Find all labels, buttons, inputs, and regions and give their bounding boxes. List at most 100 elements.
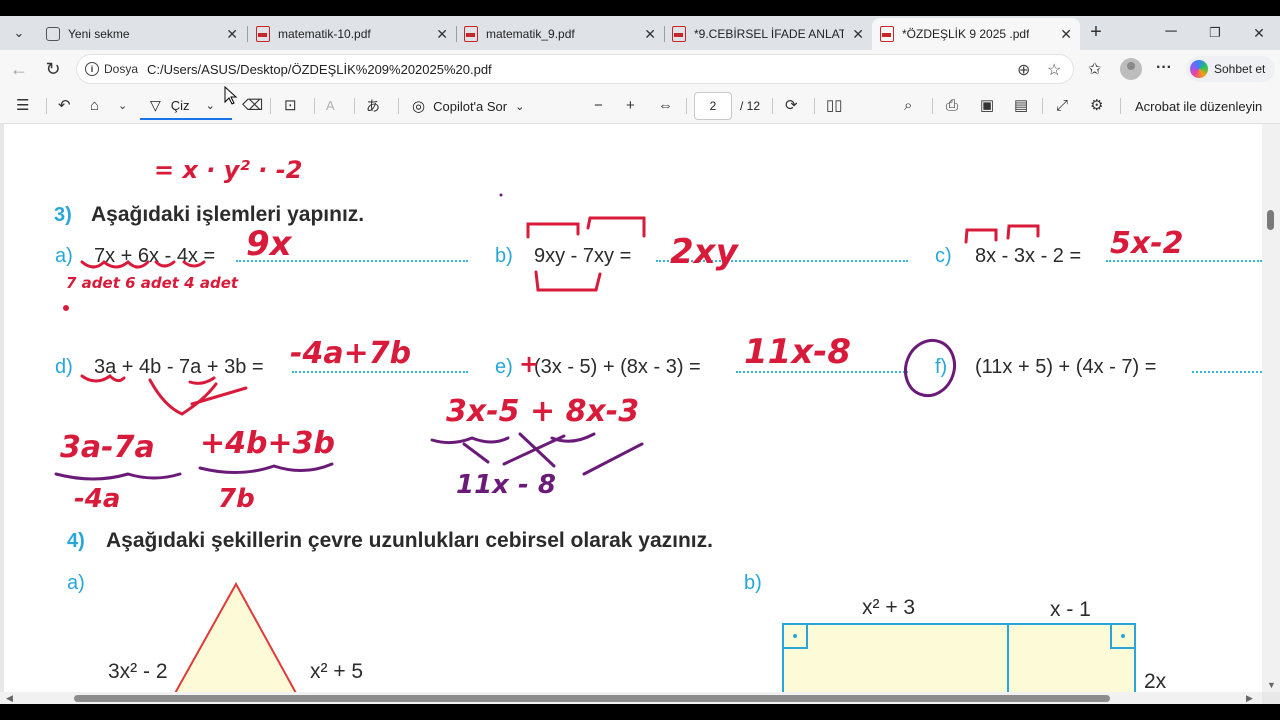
tab-label: matematik_9.pdf bbox=[486, 27, 575, 41]
toolbar-divider bbox=[772, 98, 773, 114]
underline-stroke bbox=[198, 462, 334, 475]
url-text[interactable]: C:/Users/ASUS/Desktop/ÖZDEŞLİK%209%20202… bbox=[147, 62, 492, 77]
copilot-chat-button[interactable]: Sohbet et bbox=[1186, 56, 1276, 82]
new-tab-icon bbox=[46, 27, 60, 41]
handwritten-plus-sign: + bbox=[519, 350, 540, 378]
contents-list-icon[interactable]: ☰ bbox=[16, 97, 29, 115]
circle-around-f bbox=[903, 338, 957, 398]
chevron-down-icon: ⌄ bbox=[515, 100, 525, 113]
favorites-icon[interactable]: ✩ bbox=[1088, 59, 1101, 79]
toolbar-divider bbox=[314, 98, 315, 114]
fullscreen-icon[interactable]: ⤢ bbox=[1056, 97, 1068, 115]
tab-matematik-9[interactable]: matematik_9.pdf ✕ bbox=[456, 18, 664, 50]
draw-pen-icon: ▽ bbox=[150, 96, 161, 113]
close-icon[interactable]: ✕ bbox=[436, 26, 448, 42]
profile-avatar[interactable] bbox=[1120, 58, 1142, 80]
tab-actions-chevron-icon[interactable]: ⌄ bbox=[8, 22, 30, 44]
new-tab-plus-icon[interactable]: + bbox=[1085, 21, 1107, 43]
close-icon[interactable]: ✕ bbox=[852, 26, 864, 42]
slash-stroke bbox=[518, 432, 556, 468]
acrobat-edit-button[interactable]: Acrobat ile düzenleyin bbox=[1135, 99, 1262, 114]
scroll-down-arrow-icon[interactable]: ▼ bbox=[1267, 680, 1276, 690]
close-icon[interactable]: ✕ bbox=[644, 26, 656, 42]
site-info-button[interactable]: i Dosya bbox=[85, 62, 138, 76]
tab-new-tab[interactable]: Yeni sekme ✕ bbox=[38, 18, 246, 50]
underline-stroke bbox=[80, 259, 150, 269]
tab-label: Yeni sekme bbox=[68, 27, 130, 41]
close-icon[interactable]: ✕ bbox=[1060, 26, 1072, 42]
ink-dot bbox=[63, 305, 69, 311]
minimize-icon[interactable]: ─ bbox=[1160, 21, 1182, 43]
page-view-icon[interactable]: ▯▯ bbox=[826, 97, 843, 115]
bracket-stroke bbox=[1006, 224, 1040, 240]
bracket-stroke bbox=[586, 216, 646, 238]
highlight-icon[interactable]: ⌂ bbox=[90, 97, 99, 115]
copilot-ask-button[interactable]: ◎ Copilot'a Sor ⌄ bbox=[412, 97, 524, 115]
save-icon[interactable]: ▣ bbox=[980, 97, 994, 115]
close-icon[interactable]: ✕ bbox=[226, 26, 238, 42]
site-label: Dosya bbox=[104, 62, 139, 76]
refresh-icon[interactable]: ↻ bbox=[42, 58, 64, 80]
favorite-star-icon[interactable]: ☆ bbox=[1047, 60, 1061, 80]
page-number-input[interactable]: 2 bbox=[694, 92, 732, 120]
copilot-icon: ◎ bbox=[412, 98, 426, 115]
toolbar-divider bbox=[932, 98, 933, 114]
toolbar-divider bbox=[46, 98, 47, 114]
toolbar-divider bbox=[354, 98, 355, 114]
handwritten-work-d-1: 3a-7a bbox=[60, 430, 155, 465]
draw-button[interactable]: ▽ Çiz ⌄ bbox=[140, 92, 232, 120]
pdf-page: 3) Aşağıdaki işlemleri yapınız. a) 7x + … bbox=[4, 124, 1262, 692]
horizontal-scrollbar[interactable]: ◀ ▶ bbox=[0, 692, 1262, 704]
scroll-left-arrow-icon[interactable]: ◀ bbox=[6, 693, 13, 704]
url-bar[interactable]: i Dosya C:/Users/ASUS/Desktop/ÖZDEŞLİK%2… bbox=[76, 54, 1074, 84]
pdf-icon bbox=[464, 26, 478, 42]
read-aloud-icon[interactable]: A bbox=[326, 97, 335, 115]
back-arrow-icon[interactable]: ← bbox=[8, 58, 30, 80]
handwritten-work-d-2: +4b+3b bbox=[200, 426, 335, 461]
handwritten-answer-e: 11x-8 bbox=[744, 332, 852, 372]
fit-width-icon[interactable]: ⇔ bbox=[658, 97, 673, 115]
tab-matematik-10[interactable]: matematik-10.pdf ✕ bbox=[248, 18, 456, 50]
address-bar-row: ← ↻ i Dosya C:/Users/ASUS/Desktop/ÖZDEŞL… bbox=[0, 50, 1280, 88]
toolbar-divider bbox=[814, 98, 815, 114]
red-ink-strokes bbox=[63, 216, 1040, 416]
handwritten-answer-a: 9x bbox=[246, 224, 292, 264]
slash-stroke bbox=[462, 442, 490, 464]
handwritten-work-d-3: -4a bbox=[74, 484, 121, 514]
undo-icon[interactable]: ↶ bbox=[58, 97, 71, 115]
text-box-icon[interactable]: ⊡ bbox=[284, 97, 297, 115]
tab-cebirsel-ifade[interactable]: *9.CEBİRSEL İFADE ANLATIM.p ✕ bbox=[664, 18, 872, 50]
zoom-icon[interactable]: ⊕ bbox=[1017, 60, 1030, 80]
eraser-icon[interactable]: ⌫ bbox=[242, 97, 263, 115]
handwritten-answer-c: 5x-2 bbox=[1110, 226, 1184, 261]
tab-label: matematik-10.pdf bbox=[278, 27, 371, 41]
scroll-right-arrow-icon[interactable]: ▶ bbox=[1246, 693, 1253, 704]
mouse-cursor-icon bbox=[224, 86, 238, 105]
handwritten-top-line: = x · y² · -2 bbox=[154, 156, 303, 184]
handwritten-answer-b: 2xy bbox=[670, 232, 738, 272]
close-window-icon[interactable]: ✕ bbox=[1248, 22, 1270, 44]
more-menu-icon[interactable]: ··· bbox=[1156, 59, 1172, 77]
tab-label: *9.CEBİRSEL İFADE ANLATIM.p bbox=[694, 27, 844, 41]
vertical-scrollbar[interactable]: ▼ bbox=[1262, 124, 1280, 692]
zoom-out-icon[interactable]: − bbox=[594, 97, 603, 115]
horizontal-scroll-thumb[interactable] bbox=[74, 695, 1110, 702]
tab-ozdeslik-active[interactable]: *ÖZDEŞLİK 9 2025 .pdf ✕ bbox=[872, 18, 1080, 50]
highlight-dropdown-chevron-icon[interactable]: ⌄ bbox=[118, 97, 127, 115]
vertical-scroll-thumb[interactable] bbox=[1267, 210, 1274, 230]
translate-icon[interactable]: あ bbox=[366, 97, 380, 115]
curve-stroke bbox=[148, 378, 218, 416]
bracket-stroke bbox=[964, 228, 998, 244]
save-as-icon[interactable]: ▤ bbox=[1014, 97, 1028, 115]
search-icon[interactable]: ⌕ bbox=[904, 97, 912, 115]
print-icon[interactable]: ⎙ bbox=[946, 97, 958, 115]
zoom-in-icon[interactable]: + bbox=[626, 97, 635, 115]
rotate-icon[interactable]: ⟳ bbox=[785, 97, 798, 115]
restore-icon[interactable]: ❐ bbox=[1204, 22, 1226, 44]
settings-gear-icon[interactable]: ⚙ bbox=[1090, 97, 1103, 115]
chevron-down-icon[interactable]: ⌄ bbox=[206, 99, 215, 112]
pdf-viewer: 3) Aşağıdaki işlemleri yapınız. a) 7x + … bbox=[0, 124, 1280, 704]
browser-window: ⌄ Yeni sekme ✕ matematik-10.pdf ✕ matema… bbox=[0, 16, 1280, 704]
tab-label: *ÖZDEŞLİK 9 2025 .pdf bbox=[902, 27, 1030, 41]
underline-stroke bbox=[430, 436, 510, 445]
